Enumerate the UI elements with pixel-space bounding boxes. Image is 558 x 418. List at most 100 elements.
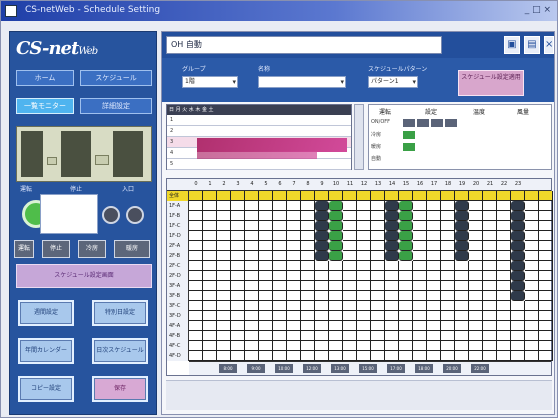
schedule-cell[interactable] <box>203 321 217 331</box>
schedule-cell[interactable] <box>539 221 553 231</box>
schedule-cell[interactable] <box>315 291 329 301</box>
schedule-cell[interactable] <box>539 321 553 331</box>
schedule-cell[interactable] <box>469 241 483 251</box>
schedule-cell[interactable] <box>273 251 287 261</box>
sidebar-btn-schedule[interactable]: スケジュール <box>80 70 152 86</box>
schedule-cell[interactable] <box>399 331 413 341</box>
schedule-cell[interactable] <box>259 201 273 211</box>
schedule-cell[interactable] <box>399 351 413 361</box>
group-select[interactable]: 1階 <box>182 76 238 88</box>
schedule-cell[interactable] <box>315 271 329 281</box>
schedule-cell[interactable] <box>427 261 441 271</box>
schedule-cell[interactable] <box>427 221 441 231</box>
schedule-cell[interactable] <box>525 201 539 211</box>
schedule-cells[interactable] <box>189 191 553 375</box>
schedule-cell[interactable] <box>357 231 371 241</box>
schedule-cell[interactable] <box>469 341 483 351</box>
schedule-cell[interactable] <box>469 251 483 261</box>
schedule-cell[interactable] <box>203 251 217 261</box>
schedule-cell[interactable] <box>385 201 399 211</box>
schedule-cell[interactable] <box>343 281 357 291</box>
schedule-cell[interactable] <box>441 231 455 241</box>
schedule-cell[interactable] <box>329 211 343 221</box>
schedule-cell[interactable] <box>259 241 273 251</box>
schedule-cell[interactable] <box>413 291 427 301</box>
schedule-cell[interactable] <box>399 261 413 271</box>
schedule-cell[interactable] <box>385 211 399 221</box>
schedule-cell[interactable] <box>217 291 231 301</box>
schedule-cell[interactable] <box>273 311 287 321</box>
schedule-cell[interactable] <box>357 301 371 311</box>
run-button[interactable]: 運転 <box>14 240 34 258</box>
schedule-cell[interactable] <box>357 271 371 281</box>
schedule-cell[interactable] <box>399 291 413 301</box>
schedule-cell[interactable] <box>497 351 511 361</box>
schedule-cell[interactable] <box>511 271 525 281</box>
schedule-cell[interactable] <box>413 271 427 281</box>
schedule-cell[interactable] <box>357 191 371 201</box>
schedule-cell[interactable] <box>399 191 413 201</box>
schedule-cell[interactable] <box>539 291 553 301</box>
schedule-cell[interactable] <box>385 311 399 321</box>
schedule-cell[interactable] <box>231 221 245 231</box>
schedule-cell[interactable] <box>217 261 231 271</box>
schedule-cell[interactable] <box>301 241 315 251</box>
schedule-cell[interactable] <box>203 201 217 211</box>
schedule-cell[interactable] <box>203 301 217 311</box>
schedule-cell[interactable] <box>301 311 315 321</box>
schedule-cell[interactable] <box>413 341 427 351</box>
schedule-cell[interactable] <box>497 231 511 241</box>
schedule-cell[interactable] <box>343 331 357 341</box>
schedule-cell[interactable] <box>189 341 203 351</box>
schedule-cell[interactable] <box>259 271 273 281</box>
schedule-cell[interactable] <box>469 201 483 211</box>
schedule-cell[interactable] <box>287 221 301 231</box>
schedule-cell[interactable] <box>245 301 259 311</box>
schedule-cell[interactable] <box>231 301 245 311</box>
schedule-cell[interactable] <box>357 211 371 221</box>
schedule-cell[interactable] <box>203 241 217 251</box>
schedule-cell[interactable] <box>189 351 203 361</box>
schedule-cell[interactable] <box>427 201 441 211</box>
schedule-cell[interactable] <box>217 331 231 341</box>
schedule-cell[interactable] <box>343 311 357 321</box>
schedule-cell[interactable] <box>539 281 553 291</box>
schedule-cell[interactable] <box>413 211 427 221</box>
schedule-cell[interactable] <box>441 221 455 231</box>
schedule-cell[interactable] <box>427 211 441 221</box>
schedule-cell[interactable] <box>245 331 259 341</box>
schedule-cell[interactable] <box>287 341 301 351</box>
special-day-button[interactable]: 特別日設定 <box>92 300 148 326</box>
schedule-cell[interactable] <box>511 221 525 231</box>
schedule-cell[interactable] <box>315 221 329 231</box>
schedule-cell[interactable] <box>189 261 203 271</box>
schedule-cell[interactable] <box>231 281 245 291</box>
schedule-cell[interactable] <box>287 351 301 361</box>
schedule-cell[interactable] <box>203 331 217 341</box>
schedule-cell[interactable] <box>245 251 259 261</box>
schedule-cell[interactable] <box>525 221 539 231</box>
schedule-cell[interactable] <box>399 341 413 351</box>
schedule-cell[interactable] <box>231 351 245 361</box>
schedule-cell[interactable] <box>441 251 455 261</box>
schedule-cell[interactable] <box>441 191 455 201</box>
schedule-cell[interactable] <box>231 251 245 261</box>
schedule-cell[interactable] <box>385 331 399 341</box>
schedule-cell[interactable] <box>413 321 427 331</box>
schedule-cell[interactable] <box>525 271 539 281</box>
schedule-cell[interactable] <box>315 211 329 221</box>
schedule-cell[interactable] <box>385 271 399 281</box>
schedule-cell[interactable] <box>231 331 245 341</box>
schedule-cell[interactable] <box>287 281 301 291</box>
schedule-cell[interactable] <box>385 251 399 261</box>
schedule-cell[interactable] <box>245 241 259 251</box>
schedule-cell[interactable] <box>203 281 217 291</box>
schedule-cell[interactable] <box>245 281 259 291</box>
schedule-cell[interactable] <box>525 351 539 361</box>
schedule-cell[interactable] <box>455 231 469 241</box>
schedule-cell[interactable] <box>273 241 287 251</box>
schedule-cell[interactable] <box>511 311 525 321</box>
schedule-cell[interactable] <box>203 291 217 301</box>
schedule-cell[interactable] <box>483 301 497 311</box>
schedule-cell[interactable] <box>539 251 553 261</box>
